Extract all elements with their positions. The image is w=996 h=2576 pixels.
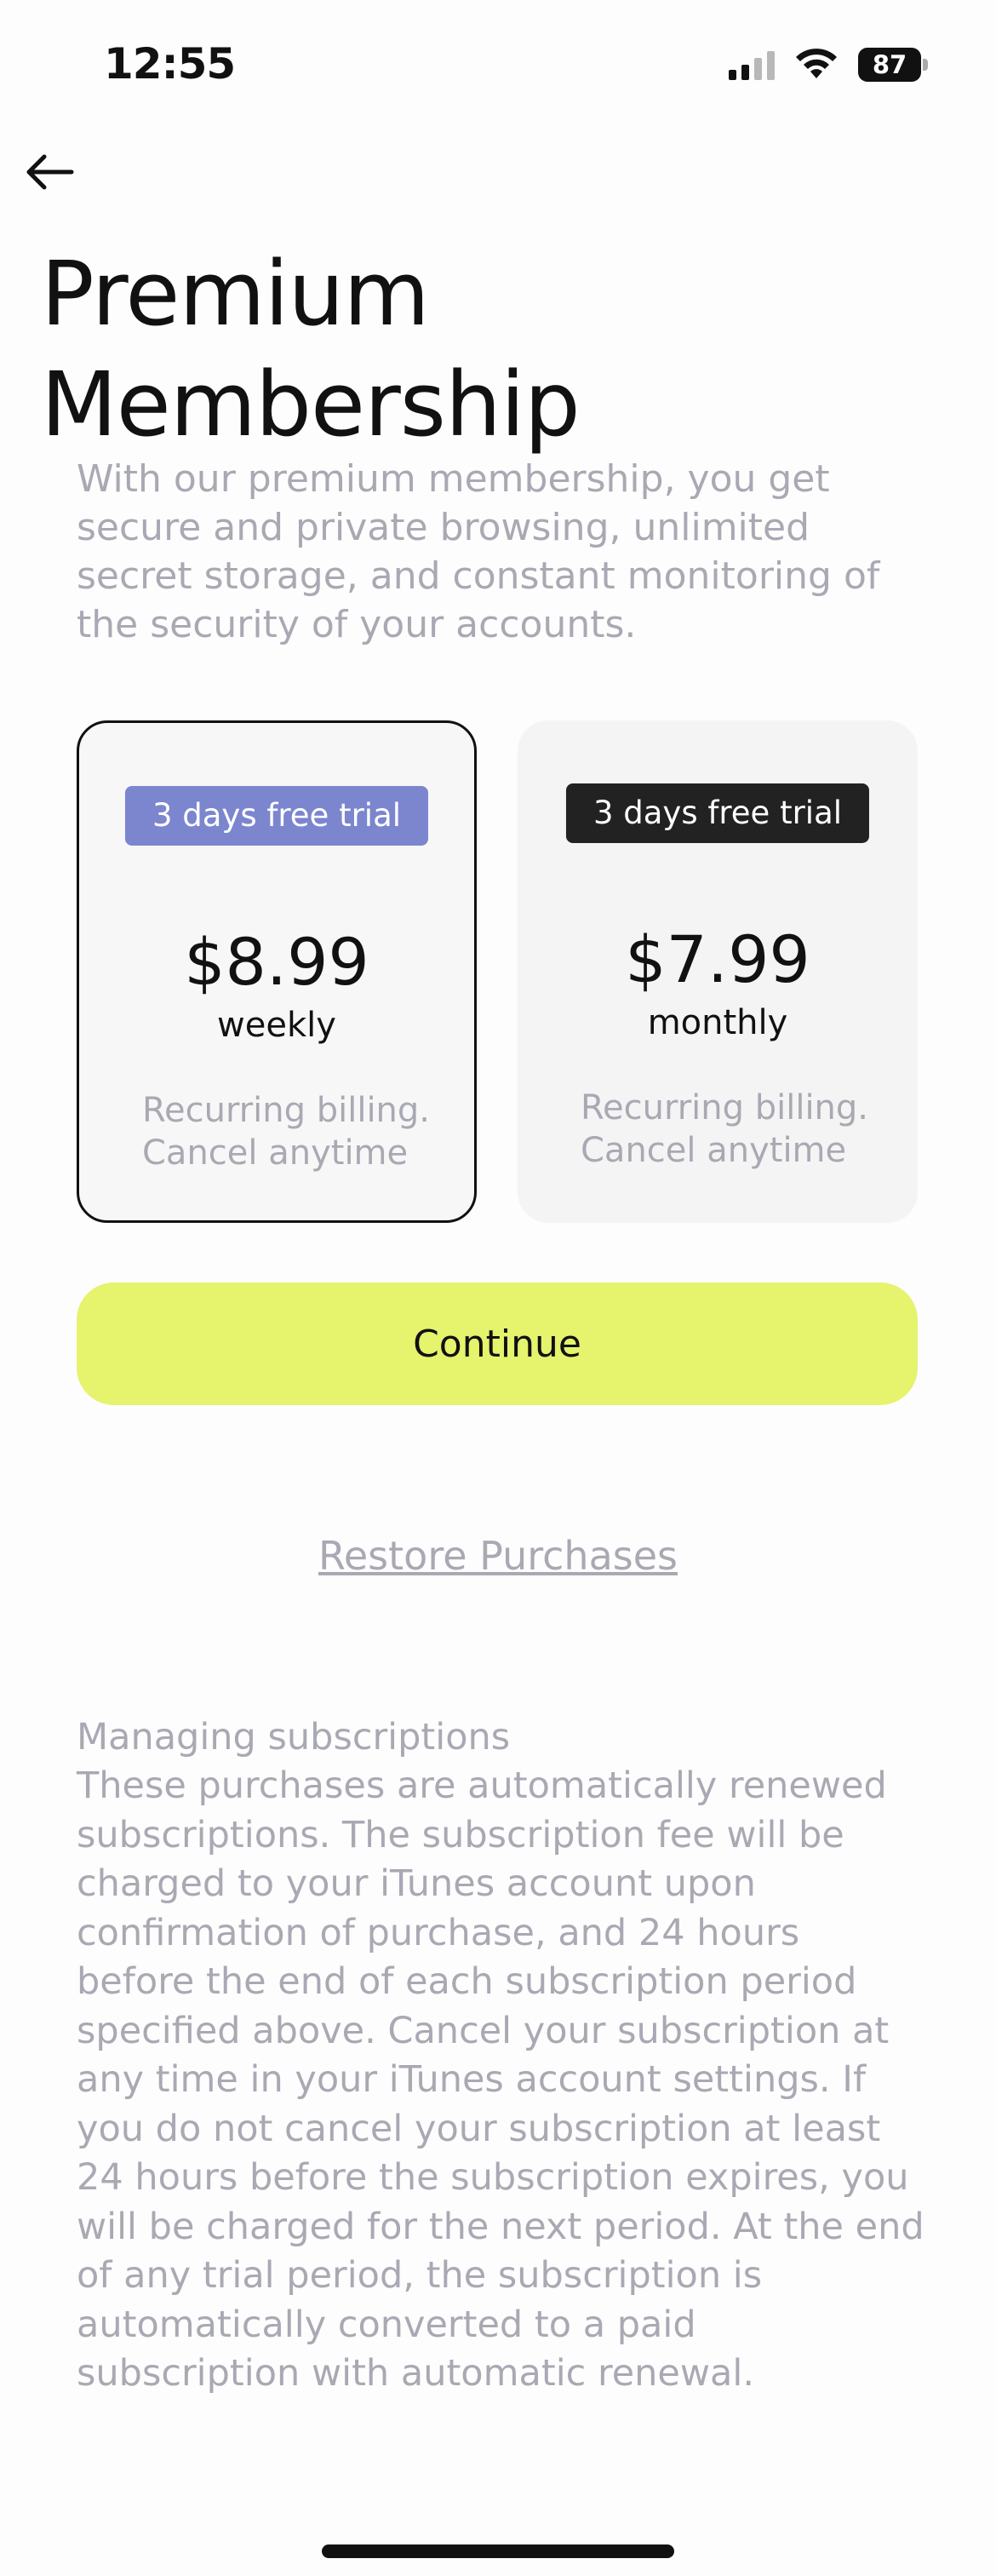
wifi-icon (796, 49, 837, 78)
continue-button[interactable]: Continue (77, 1282, 918, 1405)
cellular-signal-icon (729, 49, 775, 80)
battery-level: 87 (858, 48, 921, 82)
plan-card-weekly[interactable]: 3 days free trial $8.99 weekly Recurring… (77, 720, 477, 1223)
plan-card-monthly[interactable]: 3 days free trial $7.99 monthly Recurrin… (518, 720, 918, 1223)
legal-heading: Managing subscriptions (77, 1716, 511, 1758)
battery-icon: 87 (858, 48, 928, 82)
status-icons: 87 (729, 46, 928, 83)
plan-note: Recurring billing. Cancel anytime (142, 1091, 431, 1173)
back-button[interactable] (22, 145, 77, 199)
plan-period: weekly (217, 1006, 336, 1045)
plan-price: $7.99 (625, 921, 810, 997)
plan-note: Recurring billing. Cancel anytime (581, 1088, 869, 1170)
page-title: Premium Membership (41, 242, 581, 456)
legal-text: These purchases are automatically renewe… (77, 1764, 924, 2395)
home-indicator (322, 2544, 674, 2558)
trial-badge: 3 days free trial (565, 783, 870, 843)
trial-badge: 3 days free trial (124, 786, 429, 846)
status-bar: 12:55 87 (0, 0, 996, 128)
status-time: 12:55 (104, 39, 236, 89)
arrow-left-icon (26, 154, 74, 190)
restore-purchases-link[interactable]: Restore Purchases (0, 1533, 996, 1579)
intro-text: With our premium membership, you get sec… (77, 457, 880, 646)
plan-price: $8.99 (184, 924, 369, 1000)
plan-period: monthly (647, 1003, 788, 1042)
